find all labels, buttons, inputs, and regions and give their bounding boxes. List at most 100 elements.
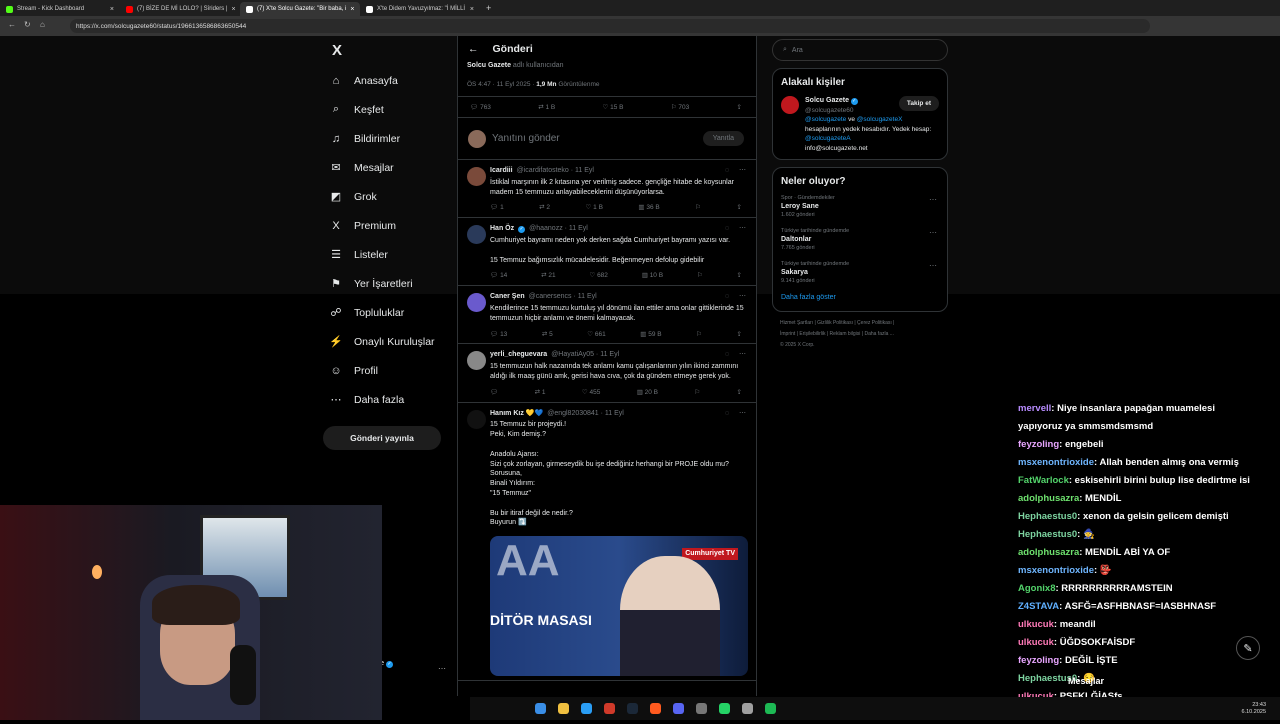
bio-link[interactable]: @solcugazeteA — [805, 135, 851, 142]
repost-action[interactable]: ⇄ 2 — [539, 203, 550, 213]
back-icon[interactable]: ← — [8, 20, 16, 29]
tweet-media[interactable]: AA DİTÖR MASASI Cumhuriyet TV — [490, 536, 748, 677]
url-input[interactable]: https://x.com/solcugazete60/status/19661… — [70, 19, 1150, 33]
trend-item[interactable]: Spor · Gündemdekiler Leroy Sane 1.602 gönd… — [781, 195, 939, 218]
repost-action[interactable]: ⇄ 21 — [541, 271, 556, 281]
sidebar-item-mesajlar[interactable]: ✉ Mesajlar — [320, 153, 450, 182]
views-action[interactable]: ▥ 20 B — [637, 388, 658, 398]
chat-username[interactable]: Agonix8 — [1018, 583, 1055, 594]
comment-action[interactable]: 💬︎ 13 — [490, 330, 507, 340]
footer-links[interactable]: İmprint | Erişilebilirlik | Reklam bilgi… — [780, 329, 948, 340]
chat-username[interactable]: adolphusazra — [1018, 493, 1079, 504]
explorer-icon[interactable] — [558, 703, 569, 714]
like-stat[interactable]: ♡ 15 B — [603, 103, 624, 111]
footer-links[interactable]: Hizmet Şartları | Gizlilik Politikası | … — [780, 318, 948, 329]
more-icon[interactable]: ⋯ — [739, 292, 746, 302]
follow-button[interactable]: Takip et — [898, 96, 939, 111]
sidebar-item-grok[interactable]: ◩ Grok — [320, 182, 450, 211]
chat-username[interactable]: Hephaestus0 — [1018, 529, 1077, 540]
heart-action[interactable]: ♡ 661 — [587, 330, 606, 340]
share-icon[interactable]: ⇪ — [736, 203, 741, 213]
more-icon[interactable]: ⋯ — [739, 224, 746, 234]
close-icon[interactable]: × — [470, 6, 474, 13]
grok-icon[interactable]: ◌ — [725, 166, 729, 176]
sidebar-item-yer-i̇şaretleri[interactable]: ⚑ Yer İşaretleri — [320, 269, 450, 298]
app-icon[interactable] — [696, 703, 707, 714]
trend-item[interactable]: Türkiye tarihinde gündemde Daltonlar 7.765… — [781, 228, 939, 251]
tweet-author[interactable]: Hanım Kız 💛💙 — [490, 409, 543, 419]
whatsapp-icon[interactable] — [719, 703, 730, 714]
bookmark-stat[interactable]: ⚐ 703 — [671, 103, 690, 111]
discord-icon[interactable] — [673, 703, 684, 714]
trend-item[interactable]: Türkiye tarihinde gündemde Sakarya 9.141 g… — [781, 261, 939, 284]
chat-username[interactable]: mervell — [1018, 403, 1051, 414]
browser-icon[interactable] — [650, 703, 661, 714]
views-action[interactable]: ▥ 36 B — [638, 203, 659, 213]
avatar[interactable] — [467, 293, 486, 313]
repost-action[interactable]: ⇄ 1 — [535, 388, 546, 398]
bookmark-icon[interactable]: ⚐ — [696, 330, 702, 340]
bookmark-icon[interactable]: ⚐ — [695, 203, 701, 213]
share-icon[interactable]: ⇪ — [737, 388, 742, 398]
byline-name[interactable]: Solcu Gazete — [467, 62, 511, 69]
chat-username[interactable]: ulkucuk — [1018, 619, 1054, 630]
avatar[interactable] — [467, 351, 486, 371]
chat-username[interactable]: msxenontrioxide — [1018, 565, 1094, 576]
close-icon[interactable]: × — [231, 6, 235, 13]
grok-icon[interactable]: ◌ — [725, 409, 729, 419]
chat-username[interactable]: Z4STAVA — [1018, 601, 1059, 612]
avatar[interactable] — [467, 409, 486, 429]
share-icon[interactable]: ⇪ — [737, 271, 742, 281]
close-icon[interactable]: × — [110, 6, 114, 13]
bookmark-icon[interactable]: ⚐ — [694, 388, 700, 398]
sidebar-item-bildirimler[interactable]: ♫ Bildirimler — [320, 124, 450, 153]
sidebar-item-onaylı-kuruluşlar[interactable]: ⚡ Onaylı Kuruluşlar — [320, 327, 450, 356]
sidebar-item-keşfet[interactable]: ⌕ Keşfet — [320, 95, 450, 124]
new-tab-icon[interactable]: + — [486, 3, 491, 13]
comment-action[interactable]: 💬︎ — [490, 388, 498, 398]
start-icon[interactable] — [535, 703, 546, 714]
views-action[interactable]: ▥ 59 B — [640, 330, 661, 340]
chat-username[interactable]: Hephaestus0 — [1018, 511, 1077, 522]
comment-action[interactable]: 💬︎ 14 — [490, 271, 507, 281]
comment-action[interactable]: 💬︎ 1 — [490, 203, 504, 213]
edge-icon[interactable] — [581, 703, 592, 714]
chat-username[interactable]: FatWarlock — [1018, 475, 1069, 486]
reply-button[interactable]: Yanıtla — [702, 131, 744, 146]
share-icon[interactable]: ⇪ — [737, 103, 742, 111]
messages-dock-label[interactable]: Mesajlar — [1068, 676, 1104, 686]
tweet-author[interactable]: Icardiii — [490, 166, 513, 176]
more-icon[interactable]: ⋯ — [739, 409, 746, 419]
heart-action[interactable]: ♡ 455 — [582, 388, 601, 398]
repost-action[interactable]: ⇄ 5 — [542, 330, 553, 340]
tweet-author[interactable]: Caner Şen — [490, 292, 525, 302]
reply-stat[interactable]: 💬︎ 763 — [470, 103, 491, 111]
browser-tab[interactable]: X'te Didem Yavuzyılmaz: "İ MİLLİ × — [360, 2, 480, 16]
steam-icon[interactable] — [627, 703, 638, 714]
grok-icon[interactable]: ◌ — [725, 224, 729, 234]
search-input[interactable]: ⌕ Ara — [772, 39, 948, 61]
related-name[interactable]: Solcu Gazete — [805, 97, 849, 104]
reply-input[interactable]: Yanıtını gönder — [492, 133, 560, 144]
chat-username[interactable]: adolphusazra — [1018, 547, 1079, 558]
browser-tab[interactable]: Stream - Kick Dashboard × — [0, 2, 120, 16]
close-icon[interactable]: × — [350, 6, 354, 13]
sidebar-item-listeler[interactable]: ☰ Listeler — [320, 240, 450, 269]
bookmark-icon[interactable]: ⚐ — [697, 271, 703, 281]
chat-username[interactable]: ulkucuk — [1018, 637, 1054, 648]
more-icon[interactable]: ⋯ — [739, 166, 746, 176]
avatar[interactable] — [467, 225, 486, 245]
more-icon[interactable]: ⋯ — [929, 261, 937, 270]
chrome-icon[interactable] — [742, 703, 753, 714]
clock[interactable]: 23:43 6.10.2025 — [1242, 702, 1266, 716]
sidebar-item-premium[interactable]: X Premium — [320, 211, 450, 240]
grok-icon[interactable]: ◌ — [725, 350, 729, 360]
browser-tab[interactable]: (7) BİZE DE Mİ LOLO? | Sîriders | × — [120, 2, 240, 16]
reload-icon[interactable]: ↻ — [24, 20, 31, 29]
x-logo[interactable]: X — [320, 36, 450, 66]
avatar[interactable] — [467, 167, 486, 186]
sidebar-item-anasayfa[interactable]: ⌂ Anasayfa — [320, 66, 450, 95]
compose-icon[interactable]: ✎ — [1236, 636, 1260, 660]
spotify-icon[interactable] — [765, 703, 776, 714]
home-icon[interactable]: ⌂ — [40, 20, 45, 29]
